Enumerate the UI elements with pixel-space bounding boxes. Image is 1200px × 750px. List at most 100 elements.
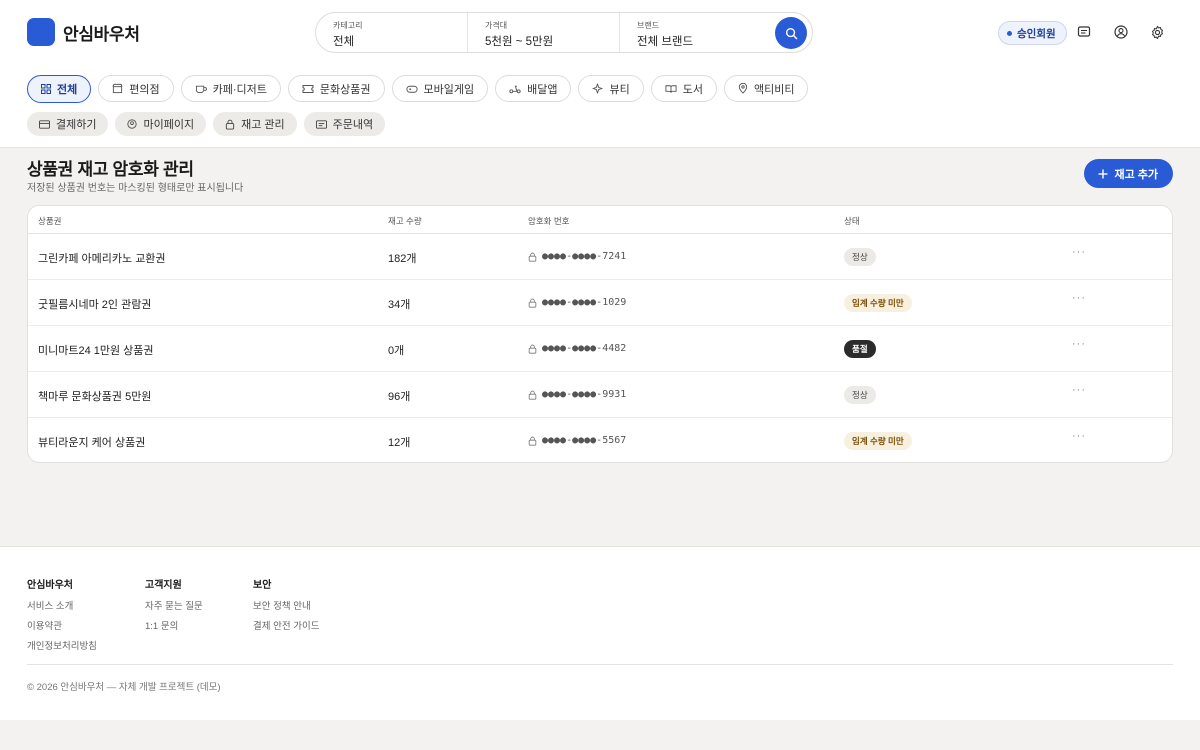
- stock-qty: 34개: [388, 299, 411, 311]
- lock-icon: [528, 298, 537, 308]
- chip-label: 문화상품권: [319, 83, 371, 96]
- chip-books[interactable]: 도서: [650, 75, 717, 102]
- chip-activity[interactable]: 액티비티: [723, 75, 809, 102]
- footer-link[interactable]: 결제 안전 가이드: [253, 618, 319, 632]
- nav-label: 결제하기: [56, 119, 97, 131]
- chip-label: 모바일게임: [423, 83, 475, 96]
- search-bar: 카테고리 전체 가격대 5천원 ~ 5만원 브랜드 전체 브랜드: [315, 12, 813, 53]
- nav-orders[interactable]: 주문내역: [303, 112, 386, 136]
- plus-icon: [1098, 169, 1108, 178]
- nav-mypage[interactable]: 마이페이지: [115, 112, 207, 136]
- nav-inventory[interactable]: 재고 관리: [213, 112, 297, 136]
- chip-label: 뷰티: [609, 83, 630, 96]
- footer-link[interactable]: 1:1 문의: [145, 618, 203, 632]
- app-header: 안심바우처 카테고리 전체 가격대 5천원 ~ 5만원 브랜드 전체 브랜드 승…: [0, 0, 1200, 148]
- voucher-name: 그린카페 아메리카노 교환권: [38, 253, 166, 265]
- book-icon: [665, 84, 677, 93]
- chip-label: 카페·디저트: [212, 83, 267, 96]
- logo[interactable]: 안심바우처: [27, 18, 140, 46]
- column-header: 상품권: [38, 216, 62, 226]
- add-stock-label: 재고 추가: [1114, 168, 1158, 181]
- ticket-icon: [302, 84, 314, 93]
- search-button[interactable]: [775, 17, 807, 49]
- table-row[interactable]: 책마루 문화상품권 5만원 96개 ●●●●-●●●●-9931 정상 ···: [28, 372, 1172, 418]
- price-select[interactable]: 가격대 5천원 ~ 5만원: [468, 13, 620, 52]
- nav-label: 재고 관리: [241, 119, 285, 131]
- status-badge: 임계 수량 미만: [844, 432, 912, 450]
- voucher-name: 뷰티라운지 케어 상품권: [38, 437, 146, 449]
- user-icon[interactable]: [1113, 24, 1129, 40]
- status-badge: 임계 수량 미만: [844, 294, 912, 312]
- footer-col-title: 안심바우처: [27, 580, 73, 591]
- status-badge: 품절: [844, 340, 876, 358]
- cup-icon: [195, 85, 207, 94]
- price-label: 가격대: [485, 21, 508, 30]
- footer-col-title: 고객지원: [145, 580, 182, 591]
- nav-label: 마이페이지: [143, 119, 195, 131]
- footer-link[interactable]: 개인정보처리방침: [27, 638, 97, 652]
- member-badge: 승인회원: [998, 21, 1067, 45]
- encrypted-code: ●●●●-●●●●-1029: [528, 297, 626, 308]
- category-chips: 전체 편의점 카페·디저트 문화상품권 모바일게임 배달앱 뷰티 도서 액티비티: [27, 75, 809, 103]
- member-dot: [1007, 30, 1012, 36]
- chip-cafe[interactable]: 카페·디저트: [180, 75, 281, 102]
- encrypted-code: ●●●●-●●●●-4482: [528, 343, 626, 354]
- receipt-icon: [315, 119, 327, 129]
- chip-label: 배달앱: [527, 83, 558, 96]
- more-icon[interactable]: ···: [1072, 292, 1086, 304]
- page-subtitle: 저장된 상품권 번호는 마스킹된 형태로만 표시됩니다: [27, 183, 244, 194]
- category-select[interactable]: 카테고리 전체: [316, 13, 468, 52]
- category-value: 전체: [333, 36, 355, 48]
- status-badge: 정상: [844, 248, 876, 266]
- column-header: 재고 수량: [388, 216, 422, 226]
- chip-mobile-game[interactable]: 모바일게임: [391, 75, 489, 102]
- chip-beauty[interactable]: 뷰티: [578, 75, 644, 102]
- pin-icon: [738, 83, 748, 94]
- inventory-table: 상품권 재고 수량 암호화 번호 상태 그린카페 아메리카노 교환권 182개 …: [27, 205, 1173, 463]
- stock-qty: 12개: [388, 437, 411, 449]
- table-row[interactable]: 그린카페 아메리카노 교환권 182개 ●●●●-●●●●-7241 정상 ··…: [28, 234, 1172, 280]
- footer-col-brand: 안심바우처 서비스 소개 이용약관 개인정보처리방침: [27, 576, 97, 658]
- logo-mark: [27, 18, 55, 46]
- more-icon[interactable]: ···: [1072, 338, 1086, 350]
- more-icon[interactable]: ···: [1072, 246, 1086, 258]
- footer-link[interactable]: 이용약관: [27, 618, 97, 632]
- voucher-name: 굿필름시네마 2인 관람권: [38, 299, 152, 311]
- user-icon: [127, 119, 138, 129]
- chat-icon[interactable]: [1076, 24, 1092, 40]
- code-text: ●●●●-●●●●-1029: [542, 297, 627, 308]
- chip-label: 액티비티: [753, 83, 795, 96]
- nav-checkout[interactable]: 결제하기: [27, 112, 109, 136]
- lock-icon: [528, 436, 537, 446]
- price-value: 5천원 ~ 5만원: [485, 36, 554, 48]
- lock-icon: [528, 344, 537, 354]
- add-stock-button[interactable]: 재고 추가: [1084, 159, 1173, 188]
- page-title: 상품권 재고 암호화 관리: [27, 160, 194, 179]
- chip-label: 편의점: [129, 83, 160, 96]
- table-header: 상품권 재고 수량 암호화 번호 상태: [28, 206, 1172, 234]
- copyright: © 2026 안심바우처 — 자체 개발 프로젝트 (데모): [27, 682, 221, 693]
- footer-link[interactable]: 서비스 소개: [27, 598, 97, 612]
- table-row[interactable]: 미니마트24 1만원 상품권 0개 ●●●●-●●●●-4482 품절 ···: [28, 326, 1172, 372]
- stock-qty: 0개: [388, 345, 405, 357]
- column-header: 상태: [844, 216, 860, 226]
- settings-icon[interactable]: [1149, 24, 1165, 40]
- code-text: ●●●●-●●●●-5567: [542, 435, 627, 446]
- footer-link[interactable]: 자주 묻는 질문: [145, 598, 203, 612]
- more-icon[interactable]: ···: [1072, 430, 1086, 442]
- table-row[interactable]: 굿필름시네마 2인 관람권 34개 ●●●●-●●●●-1029 임계 수량 미…: [28, 280, 1172, 326]
- chip-label: 도서: [682, 83, 703, 96]
- chip-all[interactable]: 전체: [27, 75, 92, 103]
- table-row[interactable]: 뷰티라운지 케어 상품권 12개 ●●●●-●●●●-5567 임계 수량 미만…: [28, 418, 1172, 462]
- category-label: 카테고리: [333, 21, 363, 30]
- chip-convenience[interactable]: 편의점: [98, 75, 174, 102]
- footer-col-support: 고객지원 자주 묻는 질문 1:1 문의: [145, 576, 203, 638]
- chip-culture[interactable]: 문화상품권: [287, 75, 385, 102]
- encrypted-code: ●●●●-●●●●-9931: [528, 389, 626, 400]
- store-icon: [112, 83, 123, 94]
- footer-link[interactable]: 보안 정책 안내: [253, 598, 319, 612]
- brand-select[interactable]: 브랜드 전체 브랜드: [620, 13, 772, 52]
- lock-icon: [225, 119, 235, 130]
- chip-delivery[interactable]: 배달앱: [495, 75, 572, 102]
- more-icon[interactable]: ···: [1072, 384, 1086, 396]
